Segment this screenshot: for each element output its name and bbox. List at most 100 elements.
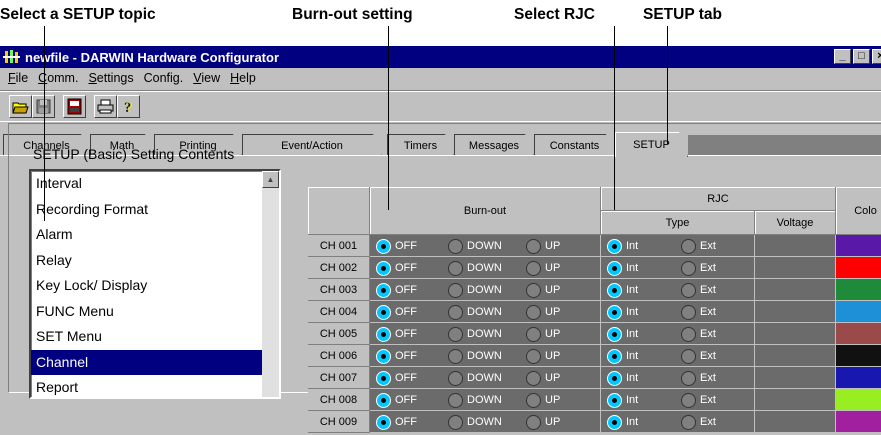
scroll-up-arrow-icon[interactable]: ▲ bbox=[262, 171, 279, 188]
menu-settings[interactable]: Settings bbox=[83, 71, 138, 85]
radio-button-icon[interactable] bbox=[376, 392, 391, 408]
rjc-voltage-cell[interactable] bbox=[755, 257, 836, 279]
print-icon[interactable] bbox=[94, 95, 117, 118]
list-item-func-menu[interactable]: FUNC Menu bbox=[31, 299, 279, 325]
list-scrollbar[interactable]: ▲ bbox=[262, 171, 279, 397]
radio-button-icon[interactable] bbox=[448, 282, 463, 298]
rjc-radio-ext[interactable]: Ext bbox=[681, 323, 716, 345]
radio-button-icon[interactable] bbox=[607, 326, 622, 342]
radio-button-icon[interactable] bbox=[448, 238, 463, 254]
maximize-button[interactable]: □ bbox=[853, 49, 870, 64]
radio-button-icon[interactable] bbox=[607, 414, 622, 430]
burnout-radio-down[interactable]: DOWN bbox=[448, 257, 502, 279]
rjc-voltage-cell[interactable] bbox=[755, 235, 836, 257]
burnout-radio-up[interactable]: UP bbox=[526, 389, 560, 411]
radio-button-icon[interactable] bbox=[376, 282, 391, 298]
tab-setup[interactable]: SETUP bbox=[615, 132, 688, 157]
rjc-voltage-cell[interactable] bbox=[755, 345, 836, 367]
radio-button-icon[interactable] bbox=[526, 414, 541, 430]
radio-button-icon[interactable] bbox=[448, 326, 463, 342]
burnout-radio-off[interactable]: OFF bbox=[376, 279, 417, 301]
rjc-voltage-cell[interactable] bbox=[755, 367, 836, 389]
radio-button-icon[interactable] bbox=[376, 304, 391, 320]
color-swatch[interactable] bbox=[836, 345, 881, 367]
minimize-button[interactable]: _ bbox=[834, 49, 851, 64]
radio-button-icon[interactable] bbox=[681, 326, 696, 342]
radio-button-icon[interactable] bbox=[376, 348, 391, 364]
radio-button-icon[interactable] bbox=[526, 370, 541, 386]
burnout-radio-off[interactable]: OFF bbox=[376, 389, 417, 411]
burnout-radio-off[interactable]: OFF bbox=[376, 367, 417, 389]
menu-comm[interactable]: Comm. bbox=[33, 71, 83, 85]
rjc-radio-ext[interactable]: Ext bbox=[681, 279, 716, 301]
burnout-radio-down[interactable]: DOWN bbox=[448, 323, 502, 345]
menu-help[interactable]: Help bbox=[225, 71, 261, 85]
list-item-report[interactable]: Report bbox=[31, 375, 279, 397]
burnout-radio-up[interactable]: UP bbox=[526, 235, 560, 257]
list-item-alarm[interactable]: Alarm bbox=[31, 222, 279, 248]
burnout-radio-off[interactable]: OFF bbox=[376, 257, 417, 279]
radio-button-icon[interactable] bbox=[526, 260, 541, 276]
rjc-radio-int[interactable]: Int bbox=[607, 301, 638, 323]
rjc-radio-ext[interactable]: Ext bbox=[681, 389, 716, 411]
radio-button-icon[interactable] bbox=[681, 392, 696, 408]
radio-button-icon[interactable] bbox=[681, 282, 696, 298]
color-swatch[interactable] bbox=[836, 301, 881, 323]
burnout-radio-up[interactable]: UP bbox=[526, 345, 560, 367]
list-item-relay[interactable]: Relay bbox=[31, 248, 279, 274]
burnout-radio-down[interactable]: DOWN bbox=[448, 389, 502, 411]
rjc-voltage-cell[interactable] bbox=[755, 301, 836, 323]
radio-button-icon[interactable] bbox=[526, 326, 541, 342]
radio-button-icon[interactable] bbox=[376, 238, 391, 254]
rjc-voltage-cell[interactable] bbox=[755, 411, 836, 433]
radio-button-icon[interactable] bbox=[448, 348, 463, 364]
burnout-radio-up[interactable]: UP bbox=[526, 323, 560, 345]
rjc-voltage-cell[interactable] bbox=[755, 323, 836, 345]
burnout-radio-off[interactable]: OFF bbox=[376, 301, 417, 323]
radio-button-icon[interactable] bbox=[376, 260, 391, 276]
radio-button-icon[interactable] bbox=[607, 260, 622, 276]
radio-button-icon[interactable] bbox=[376, 370, 391, 386]
rjc-radio-int[interactable]: Int bbox=[607, 235, 638, 257]
setup-topic-list[interactable]: Interval Recording Format Alarm Relay Ke… bbox=[29, 169, 281, 399]
color-swatch[interactable] bbox=[836, 257, 881, 279]
radio-button-icon[interactable] bbox=[526, 282, 541, 298]
radio-button-icon[interactable] bbox=[376, 414, 391, 430]
burnout-radio-up[interactable]: UP bbox=[526, 279, 560, 301]
list-item-channel[interactable]: Channel bbox=[31, 349, 279, 375]
radio-button-icon[interactable] bbox=[448, 260, 463, 276]
burnout-radio-down[interactable]: DOWN bbox=[448, 367, 502, 389]
color-swatch[interactable] bbox=[836, 235, 881, 257]
radio-button-icon[interactable] bbox=[607, 348, 622, 364]
radio-button-icon[interactable] bbox=[681, 238, 696, 254]
rjc-radio-int[interactable]: Int bbox=[607, 389, 638, 411]
rjc-radio-int[interactable]: Int bbox=[607, 345, 638, 367]
menu-file[interactable]: File bbox=[3, 71, 33, 85]
radio-button-icon[interactable] bbox=[681, 414, 696, 430]
radio-button-icon[interactable] bbox=[376, 326, 391, 342]
radio-button-icon[interactable] bbox=[448, 392, 463, 408]
color-swatch[interactable] bbox=[836, 367, 881, 389]
menu-config[interactable]: Config. bbox=[139, 71, 189, 85]
color-swatch[interactable] bbox=[836, 323, 881, 345]
burnout-radio-down[interactable]: DOWN bbox=[448, 411, 502, 433]
rjc-radio-int[interactable]: Int bbox=[607, 367, 638, 389]
rjc-radio-ext[interactable]: Ext bbox=[681, 257, 716, 279]
rjc-voltage-cell[interactable] bbox=[755, 279, 836, 301]
burnout-radio-off[interactable]: OFF bbox=[376, 323, 417, 345]
color-swatch[interactable] bbox=[836, 411, 881, 433]
burnout-radio-down[interactable]: DOWN bbox=[448, 301, 502, 323]
open-folder-icon[interactable] bbox=[9, 95, 32, 118]
radio-button-icon[interactable] bbox=[448, 304, 463, 320]
rjc-radio-ext[interactable]: Ext bbox=[681, 411, 716, 433]
radio-button-icon[interactable] bbox=[448, 414, 463, 430]
burnout-radio-down[interactable]: DOWN bbox=[448, 345, 502, 367]
burnout-radio-off[interactable]: OFF bbox=[376, 345, 417, 367]
radio-button-icon[interactable] bbox=[607, 282, 622, 298]
burnout-radio-off[interactable]: OFF bbox=[376, 411, 417, 433]
rjc-radio-ext[interactable]: Ext bbox=[681, 345, 716, 367]
radio-button-icon[interactable] bbox=[526, 348, 541, 364]
radio-button-icon[interactable] bbox=[526, 392, 541, 408]
burnout-radio-down[interactable]: DOWN bbox=[448, 279, 502, 301]
burnout-radio-up[interactable]: UP bbox=[526, 367, 560, 389]
